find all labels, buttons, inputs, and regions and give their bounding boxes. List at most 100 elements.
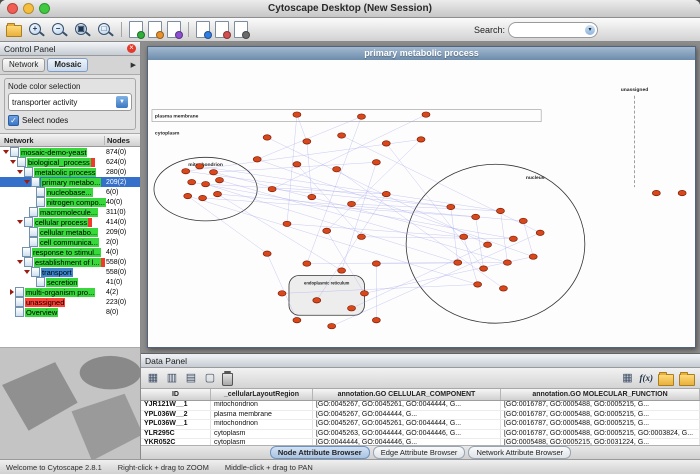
select-columns-icon[interactable]: [146, 371, 160, 385]
graph-node[interactable]: [348, 306, 356, 311]
search-input[interactable]: [511, 24, 585, 35]
graph-node[interactable]: [460, 234, 468, 239]
graph-node[interactable]: [372, 261, 380, 266]
graph-node[interactable]: [472, 214, 480, 219]
tab-network[interactable]: Network: [2, 58, 45, 72]
graph-node[interactable]: [196, 164, 204, 169]
tree-row[interactable]: cellular process414(0): [0, 217, 140, 227]
tree-row[interactable]: metabolic process280(0): [0, 167, 140, 177]
column-header[interactable]: annotation.GO CELLULAR_COMPONENT: [313, 389, 501, 400]
graph-node[interactable]: [338, 268, 346, 273]
graph-node[interactable]: [519, 218, 527, 223]
graph-node[interactable]: [678, 190, 686, 195]
table-row[interactable]: YPL036W__1mitochondrion[GO:0045267, GO:0…: [141, 420, 700, 430]
network-view-titlebar[interactable]: primary metabolic process: [148, 47, 695, 60]
graph-node[interactable]: [503, 260, 511, 265]
close-panel-icon[interactable]: ×: [127, 44, 136, 53]
graph-node[interactable]: [480, 266, 488, 271]
column-header[interactable]: annotation.GO MOLECULAR_FUNCTION: [501, 389, 700, 400]
titlebar[interactable]: Cytoscape Desktop (New Session): [0, 0, 700, 18]
graph-node[interactable]: [360, 291, 368, 296]
graph-node[interactable]: [308, 194, 316, 199]
tree-row[interactable]: response to stimul...4(0): [0, 247, 140, 257]
tree-row[interactable]: multi-organism pro...4(2): [0, 287, 140, 297]
graph-node[interactable]: [184, 193, 192, 198]
graph-node[interactable]: [333, 167, 341, 172]
network-canvas[interactable]: plasma membranecytoplasmmitochondrionnuc…: [148, 60, 695, 347]
formula-builder-icon[interactable]: f(x): [640, 373, 654, 383]
tree-row[interactable]: Overview8(0): [0, 307, 140, 317]
graph-node[interactable]: [357, 234, 365, 239]
trash-icon[interactable]: [222, 373, 233, 386]
tree-row[interactable]: establishment of l...558(0): [0, 257, 140, 267]
graph-node[interactable]: [417, 137, 425, 142]
table-row[interactable]: YLR295Ccytoplasm[GO:0045263, GO:0044444,…: [141, 430, 700, 440]
tree-row[interactable]: unassigned223(0): [0, 297, 140, 307]
graph-node[interactable]: [283, 221, 291, 226]
tree-row[interactable]: mosaic-demo-yeast874(0): [0, 147, 140, 157]
tab-mosaic[interactable]: Mosaic: [47, 58, 88, 72]
select-nodes-checkbox[interactable]: ✓ Select nodes: [8, 115, 132, 126]
graph-node[interactable]: [293, 112, 301, 117]
graph-node[interactable]: [263, 135, 271, 140]
network-canvas-svg[interactable]: plasma membranecytoplasmmitochondrionnuc…: [148, 60, 695, 347]
vizmapper-icon[interactable]: [167, 21, 181, 38]
graph-node[interactable]: [348, 201, 356, 206]
graph-node[interactable]: [210, 170, 218, 175]
graph-node[interactable]: [323, 228, 331, 233]
tree-column-nodes[interactable]: Nodes: [105, 136, 140, 145]
import-attr-table-icon[interactable]: [658, 374, 674, 386]
create-column-icon[interactable]: [165, 371, 179, 385]
graph-node[interactable]: [313, 298, 321, 303]
graph-node[interactable]: [454, 260, 462, 265]
graph-node[interactable]: [422, 112, 430, 117]
plugins-icon[interactable]: [234, 21, 248, 38]
graph-node[interactable]: [213, 191, 221, 196]
graph-node[interactable]: [536, 230, 544, 235]
column-header[interactable]: _cellularLayoutRegion: [211, 389, 313, 400]
tab-node-attribute-browser[interactable]: Node Attribute Browser: [270, 446, 370, 459]
tree-row[interactable]: cellular metabo...209(0): [0, 227, 140, 237]
zoom-out-icon[interactable]: [50, 21, 68, 39]
graph-node[interactable]: [215, 177, 223, 182]
graph-node[interactable]: [447, 204, 455, 209]
tree-column-network[interactable]: Network: [0, 136, 105, 145]
column-header[interactable]: ID: [141, 389, 211, 400]
network-overview-thumbnail[interactable]: [0, 348, 140, 459]
zoom-fit-icon[interactable]: [96, 21, 114, 39]
apply-layout-icon[interactable]: [215, 21, 229, 38]
tab-overflow-button[interactable]: ▶: [131, 61, 138, 69]
zoom-in-icon[interactable]: [27, 21, 45, 39]
graph-node[interactable]: [293, 318, 301, 323]
import-network-icon[interactable]: [129, 21, 143, 38]
tab-network-attribute-browser[interactable]: Network Attribute Browser: [468, 446, 571, 459]
graph-node[interactable]: [509, 236, 517, 241]
graph-node[interactable]: [199, 195, 207, 200]
graph-node[interactable]: [303, 261, 311, 266]
zoom-selected-icon[interactable]: [73, 21, 91, 39]
tree-row[interactable]: transport558(0): [0, 267, 140, 277]
minimize-window-button[interactable]: [23, 3, 34, 14]
clear-selection-icon[interactable]: [203, 371, 217, 385]
close-window-button[interactable]: [7, 3, 18, 14]
graph-node[interactable]: [474, 282, 482, 287]
graph-node[interactable]: [484, 242, 492, 247]
graph-node[interactable]: [182, 169, 190, 174]
tree-row[interactable]: primary metabo...209(2): [0, 177, 140, 187]
graph-node[interactable]: [499, 286, 507, 291]
graph-node[interactable]: [372, 160, 380, 165]
graph-node[interactable]: [278, 291, 286, 296]
graph-node[interactable]: [263, 251, 271, 256]
delete-column-icon[interactable]: [184, 371, 198, 385]
graph-node[interactable]: [268, 186, 276, 191]
zoom-window-button[interactable]: [39, 3, 50, 14]
search-dropdown-icon[interactable]: ▾: [585, 25, 595, 35]
graph-node[interactable]: [382, 191, 390, 196]
export-attr-table-icon[interactable]: [679, 374, 695, 386]
node-color-dropdown[interactable]: transporter activity ▼: [8, 93, 132, 111]
graph-node[interactable]: [357, 114, 365, 119]
graph-node[interactable]: [338, 133, 346, 138]
import-table-icon[interactable]: [148, 21, 162, 38]
graph-node[interactable]: [293, 162, 301, 167]
table-row[interactable]: YPL036W__2plasma membrane[GO:0045267, GO…: [141, 411, 700, 421]
